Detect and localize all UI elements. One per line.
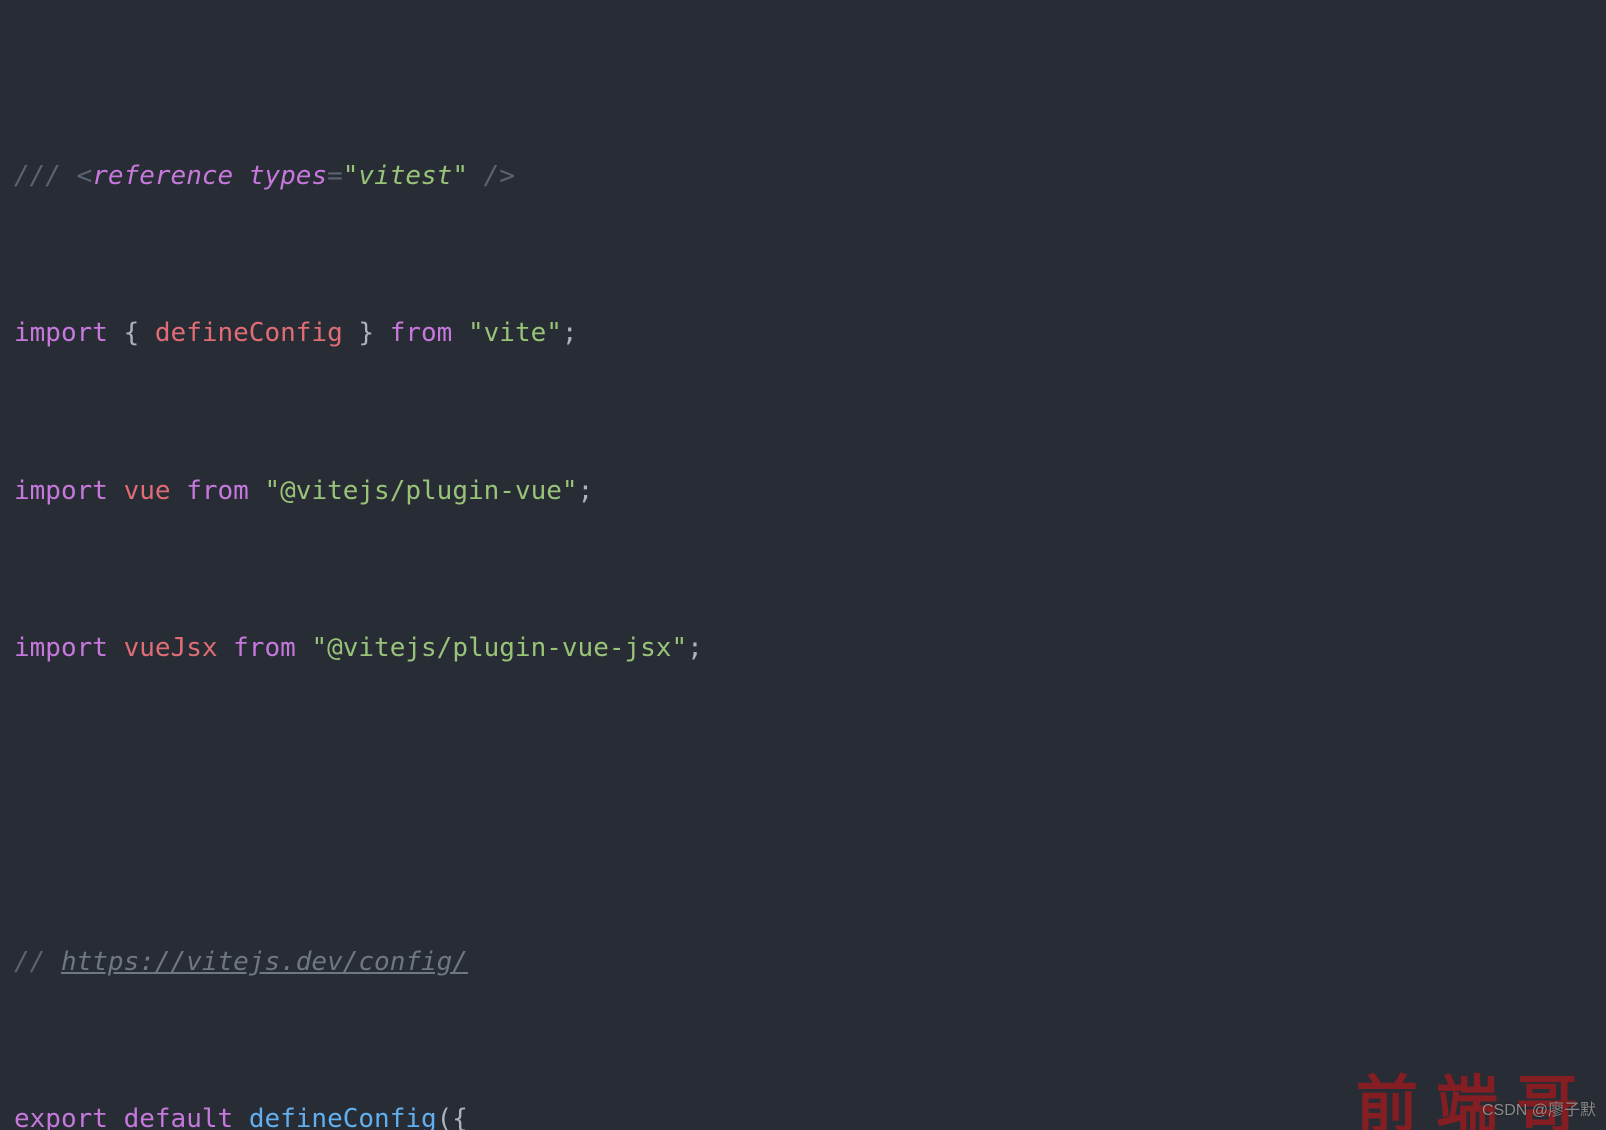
code-line[interactable]: import vueJsx from "@vitejs/plugin-vue-j… [14, 589, 1592, 628]
code-line[interactable]: /// <reference types="vitest" /> [14, 118, 1592, 157]
code-line[interactable]: export default defineConfig({ [14, 1061, 1592, 1100]
triple-slash-ref: /// <reference types="vitest" /> [14, 161, 515, 191]
code-line[interactable]: import { defineConfig } from "vite"; [14, 275, 1592, 314]
code-editor[interactable]: /// <reference types="vitest" /> import … [0, 0, 1606, 1130]
code-line[interactable]: import vue from "@vitejs/plugin-vue"; [14, 432, 1592, 471]
config-url-link[interactable]: https://vitejs.dev/config/ [61, 947, 468, 977]
code-line[interactable] [14, 747, 1592, 786]
code-line[interactable]: // https://vitejs.dev/config/ [14, 904, 1592, 943]
